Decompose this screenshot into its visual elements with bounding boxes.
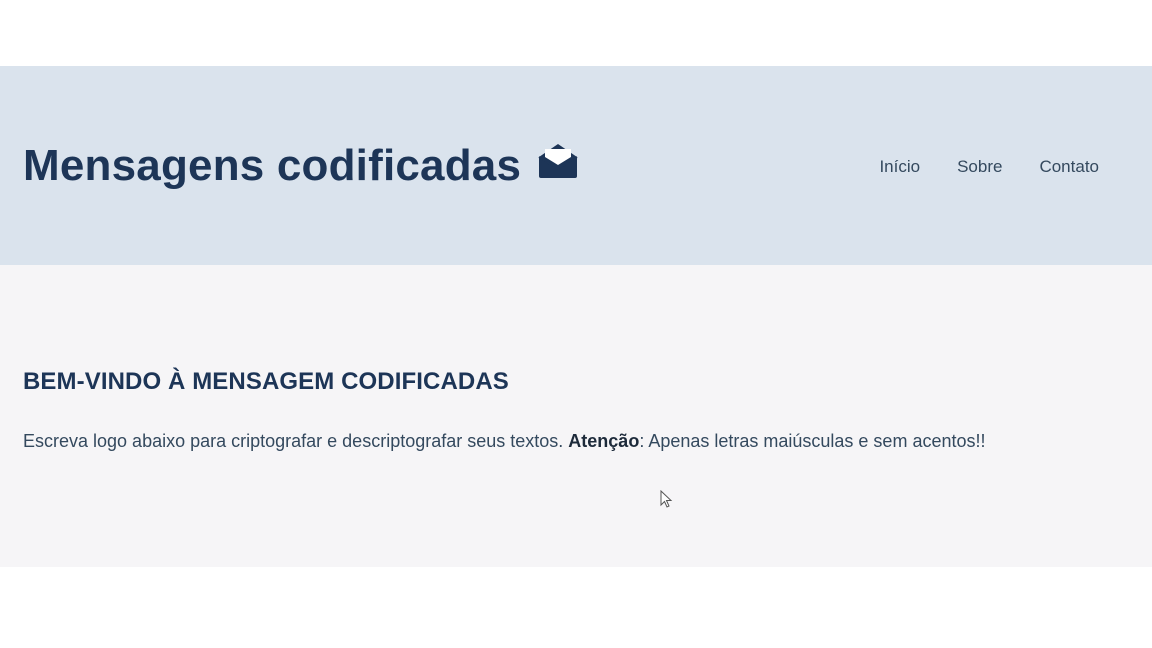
brand: Mensagens codificadas: [23, 141, 579, 191]
nav-link-sobre[interactable]: Sobre: [957, 157, 1002, 177]
intro-text: Escreva logo abaixo para criptografar e …: [23, 431, 569, 451]
site-header: Mensagens codificadas Início Sobre Conta…: [0, 66, 1152, 265]
main-nav: Início Sobre Contato: [879, 157, 1099, 177]
site-title: Mensagens codificadas: [23, 140, 522, 190]
nav-link-inicio[interactable]: Início: [879, 157, 920, 177]
intro-paragraph: Escreva logo abaixo para criptografar e …: [23, 422, 1103, 460]
nav-link-contato[interactable]: Contato: [1039, 157, 1099, 177]
intro-section: BEM-VINDO À MENSAGEM CODIFICADAS Escreva…: [0, 265, 1152, 567]
attention-label: Atenção: [568, 431, 640, 451]
bottom-area: [0, 567, 1152, 648]
welcome-heading: BEM-VINDO À MENSAGEM CODIFICADAS: [23, 368, 509, 395]
envelope-open-icon: [537, 143, 579, 179]
intro-warning-text: : Apenas letras maiúsculas e sem acentos…: [639, 431, 986, 451]
mouse-cursor-icon: [660, 489, 674, 510]
top-spacer: [0, 0, 1152, 66]
